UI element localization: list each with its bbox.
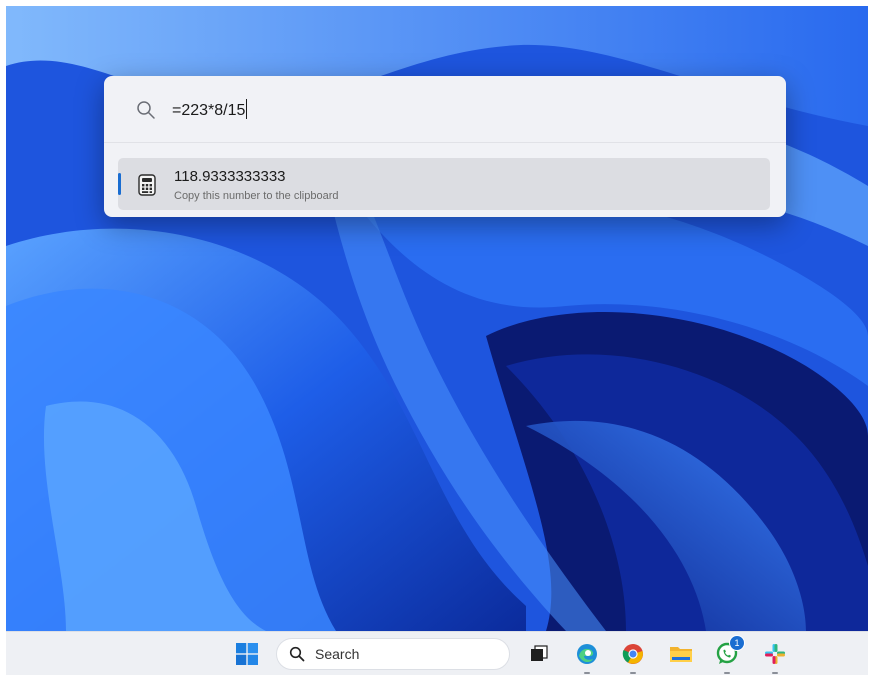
run-search-row[interactable]: =223*8/15 bbox=[104, 76, 786, 142]
desktop: =223*8/15 118.9333333333 Copy this numbe… bbox=[6, 6, 868, 675]
task-view-icon bbox=[531, 645, 548, 661]
selection-indicator bbox=[118, 173, 121, 195]
divider bbox=[104, 142, 786, 143]
folder-icon bbox=[670, 647, 692, 662]
result-item[interactable]: 118.9333333333 Copy this number to the c… bbox=[118, 158, 770, 210]
chrome-icon bbox=[622, 644, 643, 664]
query-text: =223*8/15 bbox=[172, 102, 246, 119]
taskbar-search-label: Search bbox=[315, 646, 360, 662]
running-indicator bbox=[584, 672, 590, 674]
powertoys-run-window: =223*8/15 118.9333333333 Copy this numbe… bbox=[104, 76, 786, 217]
windows-logo-icon bbox=[236, 643, 258, 665]
run-query-input[interactable]: =223*8/15 bbox=[172, 99, 248, 120]
taskbar-edge[interactable] bbox=[572, 639, 602, 674]
taskbar-chrome[interactable] bbox=[618, 639, 648, 674]
running-indicator bbox=[772, 672, 778, 674]
result-value: 118.9333333333 bbox=[174, 168, 286, 185]
taskbar-whatsapp[interactable]: 1 bbox=[712, 635, 745, 674]
search-icon bbox=[289, 646, 305, 662]
taskbar-file-explorer[interactable] bbox=[666, 639, 696, 669]
taskbar-slack[interactable] bbox=[760, 639, 790, 674]
text-caret bbox=[246, 99, 248, 119]
start-button[interactable] bbox=[232, 639, 262, 669]
result-subtitle: Copy this number to the clipboard bbox=[174, 190, 339, 202]
taskbar-search-box[interactable]: Search bbox=[276, 638, 510, 670]
running-indicator bbox=[724, 672, 730, 674]
running-indicator bbox=[630, 672, 636, 674]
calculator-icon bbox=[138, 174, 156, 196]
task-view-button[interactable] bbox=[524, 639, 554, 669]
notification-badge: 1 bbox=[729, 635, 745, 651]
edge-icon bbox=[577, 644, 597, 664]
search-icon bbox=[137, 101, 155, 119]
slack-icon bbox=[765, 644, 785, 664]
taskbar: Search 1 bbox=[6, 631, 868, 675]
